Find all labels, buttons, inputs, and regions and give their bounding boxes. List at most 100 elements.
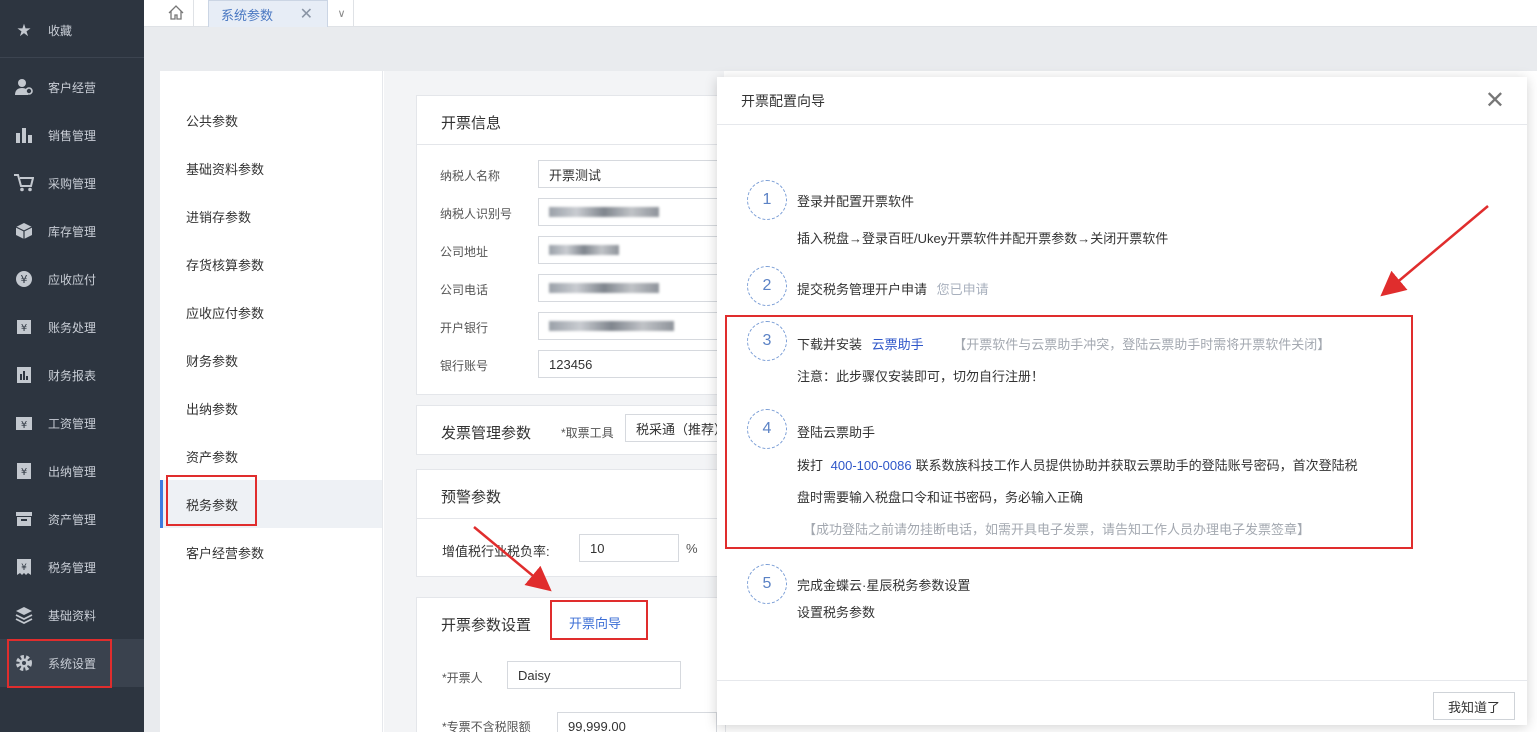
field-label: 银行账号 [440, 359, 489, 373]
tax-rate-input[interactable]: 10 [579, 534, 679, 562]
sidebar-item-label: 账务处理 [48, 320, 97, 335]
annotation-box-steps [725, 315, 1413, 549]
close-icon[interactable]: ✕ [300, 4, 313, 24]
sidebar-item-cashier[interactable]: ¥ 出纳管理 [0, 447, 144, 495]
svg-text:¥: ¥ [21, 420, 27, 431]
annotation-box-wizard [550, 600, 648, 640]
svg-text:¥: ¥ [21, 467, 27, 478]
section-title: 预警参数 [441, 489, 502, 506]
layers-icon [14, 605, 34, 625]
bank-input[interactable] [538, 312, 728, 340]
invoice-limit-input[interactable]: 99,999.00 [557, 712, 717, 732]
settings-nav-item[interactable]: 公共参数 [160, 96, 382, 144]
sidebar-item-label: 税务管理 [48, 560, 97, 575]
sidebar-item-label: 资产管理 [48, 512, 97, 527]
user-gear-icon [14, 77, 34, 97]
sidebar-item-label: 客户经营 [48, 80, 97, 95]
svg-text:¥: ¥ [21, 563, 27, 573]
close-icon[interactable]: ✕ [1485, 89, 1505, 113]
settings-nav-item[interactable]: 存货核算参数 [160, 240, 382, 288]
percent-unit: % [686, 541, 698, 556]
invoice-tool-select[interactable]: 税采通（推荐） [625, 414, 725, 442]
tab-bar: 系统参数 ✕ ∨ [144, 0, 1537, 27]
field-label: 开户银行 [440, 321, 489, 335]
field-label: *开票人 [442, 671, 483, 685]
settings-nav-item[interactable]: 客户经营参数 [160, 528, 382, 576]
section-title: 开票信息 [441, 115, 502, 132]
home-icon [168, 4, 184, 23]
sidebar-item-accounting[interactable]: ¥ 账务处理 [0, 303, 144, 351]
step-number: 1 [747, 180, 787, 220]
modal-header: 开票配置向导 ✕ [717, 77, 1527, 125]
annotation-box-tax-params [166, 475, 257, 526]
applied-status: 您已申请 [936, 282, 989, 297]
svg-text:¥: ¥ [21, 273, 28, 286]
sidebar-item-label: 基础资料 [48, 608, 97, 623]
field-label: 增值税行业税负率: [442, 544, 550, 559]
tax-icon: ¥ [14, 557, 34, 577]
sidebar-item-basic-data[interactable]: 基础资料 [0, 591, 144, 639]
coin-icon: ¥ [14, 269, 34, 289]
sidebar-item-sales[interactable]: 销售管理 [0, 111, 144, 159]
sidebar-item-salary[interactable]: ¥ 工资管理 [0, 399, 144, 447]
step-title: 登录并配置开票软件 [797, 194, 915, 209]
sidebar-item-purchase[interactable]: 采购管理 [0, 159, 144, 207]
annotation-box-system-settings [7, 639, 112, 688]
settings-nav-item[interactable]: 应收应付参数 [160, 288, 382, 336]
sidebar-item-label: 收藏 [48, 24, 73, 38]
section-title: 发票管理参数 [441, 425, 532, 442]
sidebar-item-assets[interactable]: 资产管理 [0, 495, 144, 543]
chevron-down-icon[interactable]: ∨ [330, 0, 354, 27]
star-icon: ★ [16, 20, 32, 40]
sidebar-item-label: 应收应付 [48, 272, 97, 287]
warning-section: 预警参数 [416, 469, 727, 577]
settings-nav: 公共参数 基础资料参数 进销存参数 存货核算参数 应收应付参数 财务参数 出纳参… [160, 71, 383, 732]
taxpayer-id-input[interactable] [538, 198, 728, 226]
sidebar-item-label: 库存管理 [48, 224, 97, 239]
sidebar-item-tax[interactable]: ¥ 税务管理 [0, 543, 144, 591]
modal-title: 开票配置向导 [741, 92, 825, 109]
got-it-button[interactable]: 我知道了 [1433, 692, 1515, 720]
svg-text:¥: ¥ [21, 323, 27, 334]
home-tab[interactable] [158, 0, 194, 27]
company-address-input[interactable] [538, 236, 728, 264]
field-label: 公司电话 [440, 283, 489, 297]
sidebar: ★ 收藏 客户经营 销售管理 采购管理 库存管理 ¥ 应收应付 ¥ 账务处理 财… [0, 0, 144, 732]
field-label: *专票不含税限额 [442, 720, 531, 732]
invoice-drawer-input[interactable]: Daisy [507, 661, 681, 689]
settings-nav-item[interactable]: 进销存参数 [160, 192, 382, 240]
sidebar-item-label: 销售管理 [48, 128, 97, 143]
settings-nav-item[interactable]: 财务参数 [160, 336, 382, 384]
step-desc: 插入税盘→登录百旺/Ukey开票软件并配开票参数→关闭开票软件 [797, 231, 1169, 246]
sidebar-item-inventory[interactable]: 库存管理 [0, 207, 144, 255]
salary-icon: ¥ [14, 413, 34, 433]
field-label: 纳税人名称 [440, 169, 501, 183]
section-title: 开票参数设置 [441, 617, 532, 634]
step-desc: 设置税务参数 [797, 605, 876, 620]
settings-nav-item[interactable]: 基础资料参数 [160, 144, 382, 192]
taxpayer-name-input[interactable]: 开票测试 [538, 160, 728, 188]
settings-nav-item[interactable]: 资产参数 [160, 432, 382, 480]
redacted-value [549, 321, 674, 331]
redacted-value [549, 245, 619, 255]
field-label: 纳税人识别号 [440, 207, 513, 221]
company-phone-input[interactable] [538, 274, 728, 302]
redacted-value [549, 283, 659, 293]
bank-account-input[interactable]: 123456 [538, 350, 728, 378]
asset-icon [14, 509, 34, 529]
sidebar-item-favorites[interactable]: ★ 收藏 [0, 4, 144, 58]
bar-chart-icon [14, 125, 34, 145]
settings-nav-item[interactable]: 出纳参数 [160, 384, 382, 432]
step-number: 5 [747, 564, 787, 604]
step-number: 2 [747, 266, 787, 306]
sidebar-item-label: 采购管理 [48, 176, 97, 191]
sidebar-item-label: 财务报表 [48, 368, 97, 383]
sidebar-item-receivable[interactable]: ¥ 应收应付 [0, 255, 144, 303]
sidebar-item-label: 工资管理 [48, 416, 97, 431]
cart-icon [14, 173, 34, 193]
box-icon [14, 221, 34, 241]
field-label: *取票工具 [561, 426, 614, 440]
tab-system-params[interactable]: 系统参数 ✕ [208, 0, 328, 27]
sidebar-item-reports[interactable]: 财务报表 [0, 351, 144, 399]
sidebar-item-customer[interactable]: 客户经营 [0, 63, 144, 111]
